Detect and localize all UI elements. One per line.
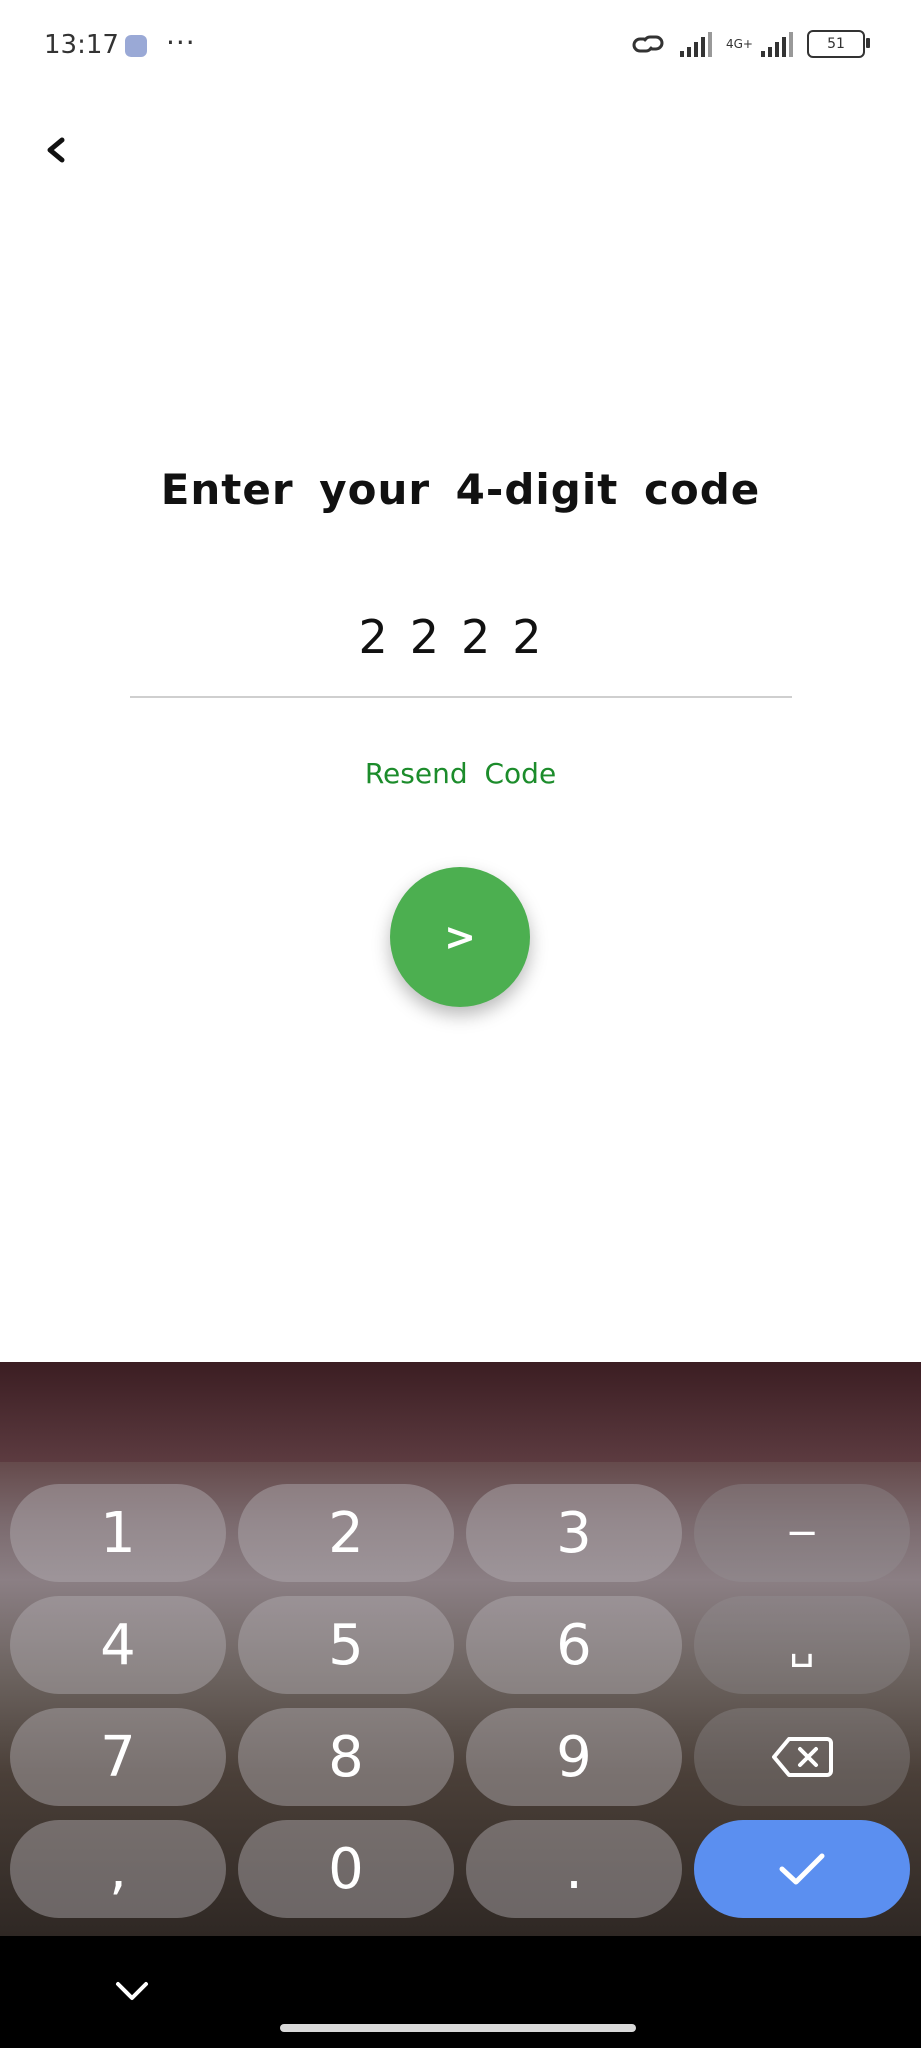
code-input[interactable]: 2222 (130, 610, 792, 700)
backspace-icon (772, 1737, 833, 1777)
key-space[interactable]: ␣ (694, 1596, 910, 1694)
home-indicator[interactable] (280, 2024, 636, 2032)
key-7[interactable]: 7 (10, 1708, 226, 1806)
code-input-underline (130, 696, 792, 698)
key-4[interactable]: 4 (10, 1596, 226, 1694)
keyboard-top-bar (0, 1362, 921, 1462)
battery-level: 51 (827, 36, 845, 52)
system-nav-bar (0, 1936, 921, 2048)
back-button[interactable] (40, 130, 84, 174)
status-bar: 13:17 ··· 4G+ 51 (0, 0, 921, 96)
hide-keyboard-chevron-down-icon[interactable] (112, 1976, 152, 2006)
key-5[interactable]: 5 (238, 1596, 454, 1694)
key-minus[interactable]: − (694, 1484, 910, 1582)
key-0[interactable]: 0 (238, 1820, 454, 1918)
checkmark-icon (779, 1853, 825, 1885)
signal-strength-icon (680, 31, 712, 57)
code-input-value[interactable]: 2222 (130, 610, 792, 664)
chevron-left-icon (47, 137, 65, 163)
next-button[interactable]: > (390, 867, 530, 1007)
status-time: 13:17 (44, 30, 119, 60)
hotspot-link-icon (632, 35, 664, 53)
app-notification-icon (125, 35, 147, 57)
key-9[interactable]: 9 (466, 1708, 682, 1806)
battery-icon: 51 (807, 30, 870, 58)
key-comma[interactable]: , (10, 1820, 226, 1918)
status-icons: 4G+ 51 (630, 30, 870, 58)
signal-strength-2-icon (761, 31, 793, 57)
key-2[interactable]: 2 (238, 1484, 454, 1582)
key-8[interactable]: 8 (238, 1708, 454, 1806)
key-6[interactable]: 6 (466, 1596, 682, 1694)
key-dot[interactable]: . (466, 1820, 682, 1918)
numeric-keyboard: 1 2 3 − 4 5 6 ␣ 7 8 9 , 0 . (0, 1362, 921, 1936)
next-button-label: > (444, 915, 476, 959)
key-1[interactable]: 1 (10, 1484, 226, 1582)
page-title: Enter your 4-digit code (160, 465, 761, 514)
resend-code-link[interactable]: Resend Code (0, 757, 921, 790)
key-3[interactable]: 3 (466, 1484, 682, 1582)
network-type-label: 4G+ (726, 37, 753, 51)
more-notifications-icon: ··· (166, 26, 196, 59)
confirm-key[interactable] (694, 1820, 910, 1918)
backspace-key[interactable] (694, 1708, 910, 1806)
